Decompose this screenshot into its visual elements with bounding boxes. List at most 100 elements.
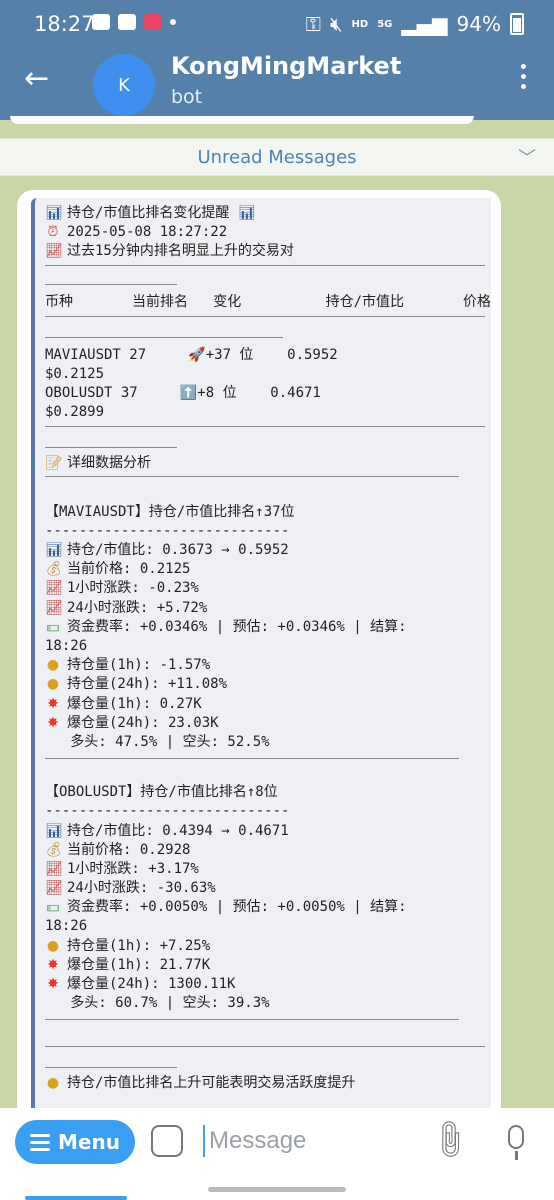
change-24h-line: 24小时涨跌: -30.63% [67, 880, 216, 897]
sticker-icon[interactable] [151, 1125, 183, 1157]
settle-time: 18:26 [45, 638, 88, 654]
explosion-icon: ✸ [47, 956, 59, 973]
coin-icon: ● [46, 937, 60, 954]
message-card: 📊︎ 持仓/市值比排名变化提醒 📊︎ ⏰︎ 2025-05-08 18:27:22 … [31, 198, 491, 1120]
analysis-title: 详细数据分析 [67, 454, 151, 471]
message-time: 2025-05-08 18:27:22 [67, 224, 228, 241]
ratio-line: 持仓/市值比: 0.4394 → 0.4671 [67, 822, 289, 839]
divider [45, 1019, 459, 1021]
money-bag-icon: 💰︎ [45, 561, 63, 578]
more-options-icon[interactable] [521, 64, 526, 89]
price-line: 当前价格: 0.2125 [67, 561, 191, 578]
explosion-icon: ✸ [47, 695, 59, 712]
message-input[interactable] [207, 1122, 421, 1160]
trend-up-icon: 📈︎ [45, 580, 63, 597]
chat-header: ← K KongMingMarket bot [0, 50, 554, 120]
coin-icon: ● [46, 657, 60, 674]
chart-icon: 📊︎ [237, 205, 256, 221]
status-bar: 18:27 ⚿ 🔇︎ HD 5G ▂▄▆ 94% [0, 0, 554, 50]
liq-1h-line: 爆仓量(1h): 21.77K [67, 956, 211, 973]
divider [45, 283, 177, 285]
liq-1h-line: 爆仓量(1h): 0.27K [67, 695, 202, 712]
attach-icon[interactable]: 📎︎ [426, 1115, 474, 1163]
message-bubble[interactable]: 📊︎ 持仓/市值比排名变化提醒 📊︎ ⏰︎ 2025-05-08 18:27:22 … [17, 190, 501, 1120]
mute-icon: 🔇︎ [329, 12, 343, 36]
explosion-icon: ✸ [47, 714, 59, 731]
unread-label: Unread Messages [197, 147, 357, 168]
oi-24h-line: 持仓量(24h): +11.08% [67, 676, 228, 693]
divider [45, 1067, 177, 1069]
long-short-line: 多头: 47.5% | 空头: 52.5% [45, 733, 270, 750]
coin-icon: ● [46, 1075, 60, 1092]
oi-1h-line: 持仓量(1h): +7.25% [67, 937, 211, 954]
previous-message-edge [10, 116, 474, 124]
table-header: 币种 当前排名 变化 持仓/市值比 价格 [45, 293, 492, 310]
chat-title[interactable]: KongMingMarket [171, 52, 401, 80]
trend-up-icon: 📈︎ [45, 880, 63, 897]
divider [45, 1046, 485, 1048]
chat-subtitle: bot [171, 86, 203, 108]
trend-up-icon: 📈︎ [45, 599, 63, 616]
chart-icon: 📊︎ [45, 542, 63, 559]
avatar[interactable]: K [93, 54, 155, 116]
menu-icon [30, 1133, 51, 1151]
trend-up-icon: 📈︎ [45, 243, 63, 260]
coin-heading: 【OBOLUSDT】持仓/市值比排名↑8位 [45, 784, 278, 801]
battery-icon [510, 13, 524, 35]
status-time: 18:27 [34, 12, 95, 36]
alarm-clock-icon: ⏰︎ [47, 224, 59, 241]
memo-icon: 📝︎ [45, 454, 63, 471]
table-row-price: $0.2899 [45, 404, 105, 421]
chevron-down-icon[interactable]: ﹀ [518, 144, 536, 170]
microphone-icon[interactable] [508, 1125, 524, 1149]
money-icon: 💵︎ [46, 618, 60, 635]
microphone-stand [515, 1151, 518, 1160]
more-notifications-dot [170, 19, 176, 25]
key-icon: ⚿ [305, 12, 321, 36]
funding-line: 资金费率: +0.0346% | 预估: +0.0346% | 结算: [67, 618, 407, 635]
change-1h-line: 1小时涨跌: -0.23% [67, 580, 199, 597]
table-row: MAVIAUSDT 27 🚀+37 位 0.5952 [45, 346, 338, 363]
money-bag-icon: 💰︎ [45, 841, 63, 858]
divider [45, 315, 485, 317]
home-indicator[interactable] [208, 1187, 346, 1192]
divider [45, 446, 177, 448]
divider [45, 336, 283, 338]
hd-label: HD [351, 18, 369, 30]
cut-off-line: 持仓/市值比排名上升可能表明交易活跃度提升 [67, 1075, 356, 1092]
text-caret [203, 1125, 205, 1157]
chat-icon [118, 14, 136, 30]
price-line: 当前价格: 0.2928 [67, 841, 191, 858]
divider [45, 264, 485, 266]
dash-rule: ----------------------------- [45, 803, 290, 820]
back-arrow-icon[interactable]: ← [24, 64, 49, 94]
funding-line: 资金费率: +0.0050% | 预估: +0.0050% | 结算: [67, 899, 407, 916]
change-1h-line: 1小时涨跌: +3.17% [67, 860, 199, 877]
unread-divider: Unread Messages ﹀ [0, 138, 554, 176]
menu-button-label: Menu [58, 1130, 120, 1154]
settle-time: 18:26 [45, 918, 88, 935]
dash-rule: ----------------------------- [45, 522, 290, 539]
long-short-line: 多头: 60.7% | 空头: 39.3% [45, 995, 270, 1012]
chart-icon: 📊︎ [45, 822, 63, 839]
gallery-icon [92, 14, 110, 30]
message-title: 持仓/市值比排名变化提醒 [67, 205, 230, 221]
divider [45, 425, 485, 427]
keyboard-accent [25, 1196, 127, 1200]
message-content: 📊︎ 持仓/市值比排名变化提醒 📊︎ ⏰︎ 2025-05-08 18:27:22 … [45, 204, 492, 1094]
app-notification-icon [144, 14, 162, 30]
battery-percent: 94% [456, 12, 501, 36]
notification-icons [92, 14, 176, 30]
menu-button[interactable]: Menu [15, 1120, 135, 1164]
status-right: ⚿ 🔇︎ HD 5G ▂▄▆ 94% [306, 12, 524, 36]
coin-icon: ● [46, 676, 60, 693]
table-row-price: $0.2125 [45, 365, 105, 382]
money-icon: 💵︎ [46, 899, 60, 916]
5g-label: 5G [377, 18, 393, 30]
oi-1h-line: 持仓量(1h): -1.57% [67, 657, 211, 674]
change-24h-line: 24小时涨跌: +5.72% [67, 599, 208, 616]
signal-icon: ▂▄▆ [401, 12, 448, 36]
ratio-line: 持仓/市值比: 0.3673 → 0.5952 [67, 542, 289, 559]
coin-heading: 【MAVIAUSDT】持仓/市值比排名↑37位 [45, 503, 295, 520]
chart-icon: 📊︎ [45, 205, 63, 221]
